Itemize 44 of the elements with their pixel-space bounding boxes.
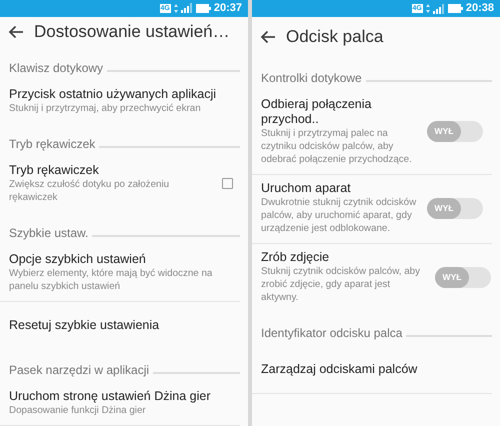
item-title: Uruchom stronę ustawień Dżina gier	[9, 389, 212, 404]
back-icon[interactable]	[260, 30, 276, 44]
item-title: Opcje szybkich ustawień	[9, 252, 147, 267]
back-icon[interactable]	[8, 24, 24, 39]
section-header: Klawisz dotykowy	[9, 60, 104, 77]
item-title: Zarządzaj odciskami palców	[261, 362, 418, 377]
signal-icon	[432, 4, 445, 14]
settings-item[interactable]: Przycisk ostatnio używanych aplikacji Stuknij i przytrzymaj, aby przechwycić ekran	[0, 81, 248, 123]
status-time: 20:38	[466, 1, 494, 16]
item-subtitle: Stuknij i przytrzymaj, aby przechwycić ekran	[9, 102, 202, 115]
settings-item[interactable]: Odbieraj połączenia przychod.. Stuknij i przytrzymaj palec na czytniku odcisków palców, aby odebrać połączenie przychodzące. WYŁ	[252, 91, 492, 175]
section-header: Szybkie ustaw.	[9, 225, 88, 242]
section-header: Identyfikator odcisku palca	[261, 325, 402, 342]
item-title: Tryb rękawiczek	[9, 163, 100, 178]
signal-icon	[180, 3, 193, 14]
item-subtitle: Dopasowanie funkcji Dżina gier	[9, 404, 147, 417]
data-arrows-icon	[426, 4, 430, 13]
screen-title: Odcisk palca	[286, 26, 384, 48]
data-arrows-icon	[174, 4, 178, 13]
item-title: Przycisk ostatnio używanych aplikacji	[9, 87, 218, 102]
item-subtitle: Zwiększ czułość dotyku po założeniu rękawiczek	[9, 178, 170, 204]
item-title: Odbieraj połączenia przychod..	[261, 97, 372, 127]
settings-item[interactable]: Uruchom stronę ustawień Dżina gier Dopasowanie funkcji Dżina gier	[0, 383, 240, 426]
section-header: Tryb rękawiczek	[9, 136, 96, 153]
settings-item[interactable]: Zarządzaj odciskami palców	[252, 346, 492, 394]
item-title: Zrób zdjęcie	[261, 250, 330, 265]
screen-title: Dostosowanie ustawień…	[34, 21, 230, 43]
settings-item[interactable]: Uruchom aparat Dwukrotnie stuknij czytnik odcisków palców, aby uruchomić aparat, gdy urządzenie jest odblokowane. WYŁ	[252, 175, 492, 244]
item-title: Resetuj szybkie ustawienia	[9, 318, 160, 333]
section-header: Pasek narzędzi w aplikacji	[9, 362, 150, 379]
settings-item[interactable]: Resetuj szybkie ustawienia	[0, 302, 248, 349]
status-time: 20:37	[214, 1, 242, 16]
item-subtitle: Stuknij i przytrzymaj palec na czytniku odcisków palców, aby odebrać połączenie przychodzące.	[261, 127, 413, 166]
item-subtitle: Stuknij czytnik odcisków palców, aby zrobić zdjęcie, gdy aparat jest aktywny.	[261, 265, 421, 304]
battery-icon	[448, 4, 463, 13]
settings-item[interactable]: Tryb rękawiczek Zwiększ czułość dotyku po założeniu rękawiczek	[0, 157, 248, 212]
item-title: Uruchom aparat	[261, 181, 352, 196]
settings-item[interactable]: Opcje szybkich ustawień Wybierz elementy, które mają być widoczne na panelu szybkich ustawień	[0, 246, 240, 302]
settings-item[interactable]: Zrób zdjęcie Stuknij czytnik odcisków palców, aby zrobić zdjęcie, gdy aparat jest aktywny. WYŁ	[252, 244, 500, 312]
checkbox[interactable]	[222, 178, 233, 189]
battery-icon	[196, 4, 211, 13]
section-header: Kontrolki dotykowe	[261, 70, 362, 87]
item-subtitle: Dwukrotnie stuknij czytnik odcisków palców, aby uruchomić aparat, gdy urządzenie jest odblokowane.	[261, 196, 418, 235]
item-subtitle: Wybierz elementy, które mają być widoczne na panelu szybkich ustawień	[9, 267, 214, 293]
